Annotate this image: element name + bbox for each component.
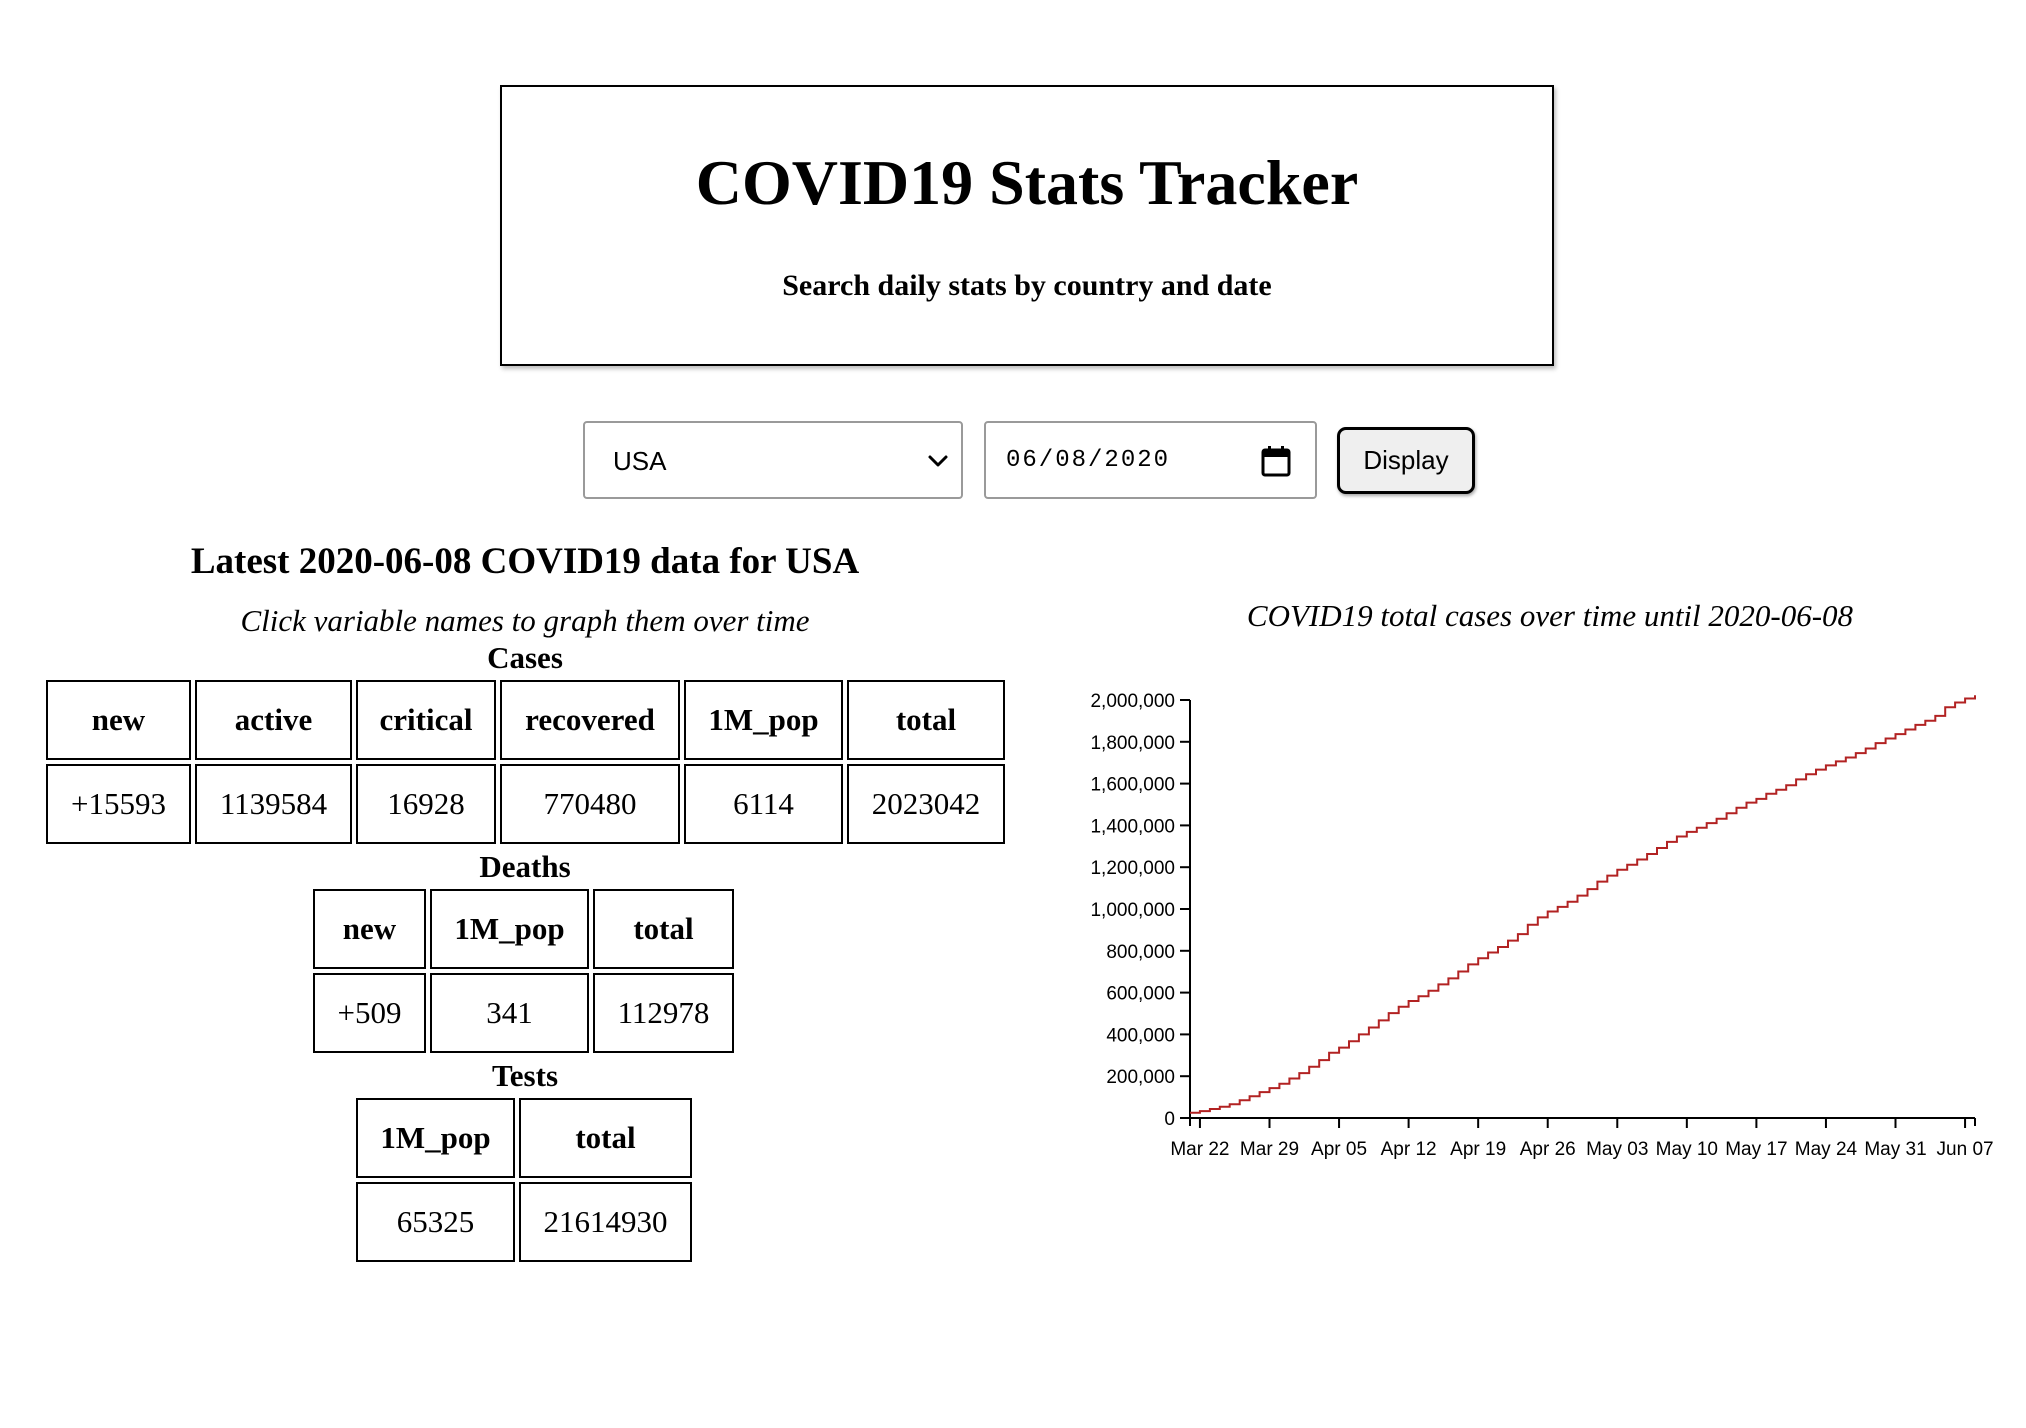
x-tick-label: Apr 12	[1381, 1139, 1437, 1160]
x-tick-label: May 03	[1586, 1139, 1648, 1160]
y-tick-label: 1,400,000	[1090, 816, 1175, 837]
y-tick-label: 2,000,000	[1090, 691, 1175, 712]
y-tick-label: 0	[1164, 1109, 1175, 1130]
y-axis: 0 200,000 400,000 600,000 800,000 1,000,000 1,…	[1090, 691, 1191, 1130]
total-cases-chart: 0 200,000 400,000 600,000 800,000 1,000,000 1,…	[1090, 691, 1994, 1160]
y-tick-label: 1,800,000	[1090, 733, 1175, 754]
x-tick-label: Apr 05	[1311, 1139, 1367, 1160]
y-tick-label: 800,000	[1106, 942, 1175, 963]
y-tick-label: 1,000,000	[1090, 900, 1175, 921]
y-tick-label: 1,600,000	[1090, 775, 1175, 796]
total-cases-line	[1190, 695, 1976, 1114]
x-tick-label: May 10	[1656, 1139, 1718, 1160]
y-tick-label: 400,000	[1106, 1025, 1175, 1046]
x-tick-label: Jun 07	[1937, 1139, 1994, 1160]
x-tick-label: Mar 29	[1240, 1139, 1299, 1160]
series-layer	[1190, 695, 1976, 1114]
x-tick-label: May 17	[1725, 1139, 1787, 1160]
x-tick-label: Apr 26	[1520, 1139, 1576, 1160]
y-tick-label: 200,000	[1106, 1067, 1175, 1088]
x-tick-label: Mar 22	[1170, 1139, 1229, 1160]
y-tick-label: 600,000	[1106, 984, 1175, 1005]
x-tick-label: May 24	[1795, 1139, 1858, 1160]
x-tick-label: Apr 19	[1450, 1139, 1506, 1160]
y-tick-label: 1,200,000	[1090, 858, 1175, 879]
x-axis: Mar 22 Mar 29 Apr 05 Apr 12 Apr 19 Apr 26 May …	[1170, 1117, 1994, 1160]
x-tick-label: May 31	[1864, 1139, 1926, 1160]
